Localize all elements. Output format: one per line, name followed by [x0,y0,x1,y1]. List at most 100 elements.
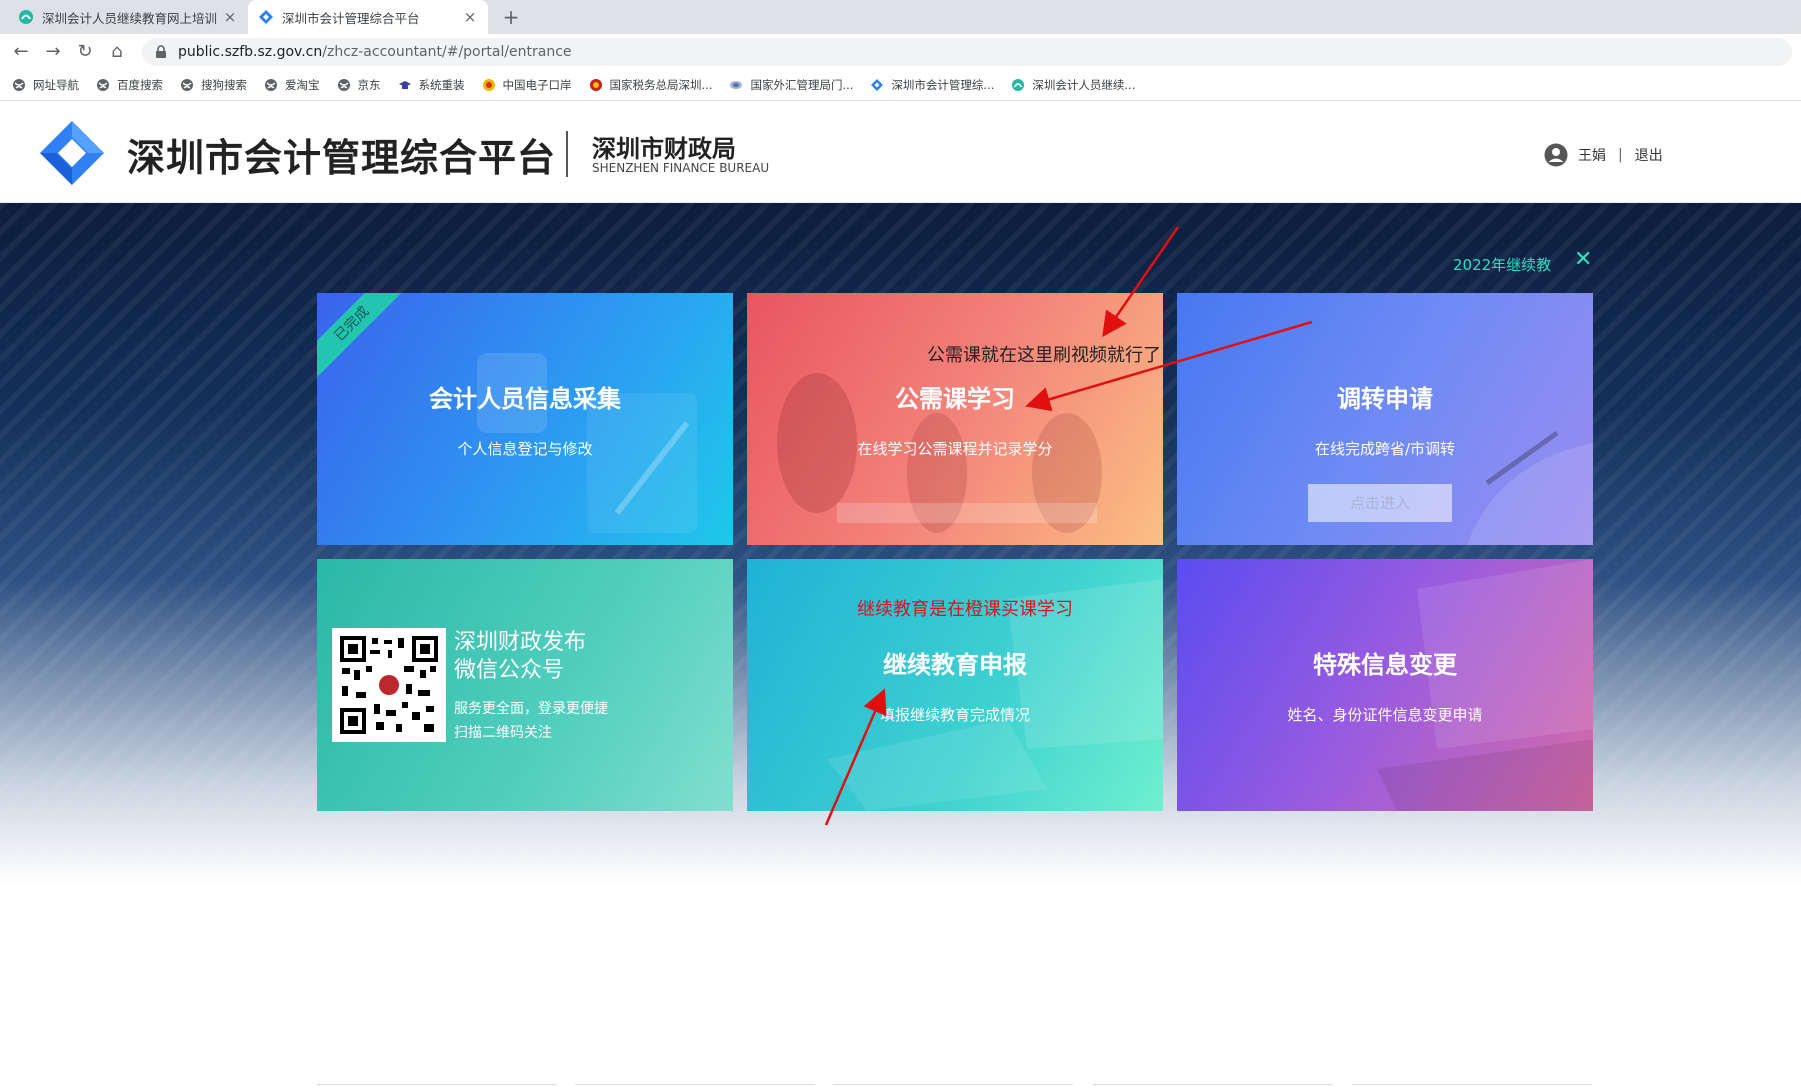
tab-title: 深圳会计人员继续教育网上培训 [42,10,218,26]
bookmark-label: 深圳市会计管理综... [891,77,995,92]
header-divider [566,131,568,177]
teal-circle-icon [19,10,33,24]
teal-circle-icon [1012,78,1025,91]
bookmark-item[interactable]: 国家税务总局深圳... [589,77,713,93]
wechat-subtitle-line2: 扫描二维码关注 [454,725,552,741]
platform-logo-icon [40,121,104,185]
browser-tab-platform[interactable]: 深圳市会计管理综合平台 × [248,0,488,34]
user-avatar-icon[interactable] [1544,143,1568,167]
user-name[interactable]: 王娟 [1578,145,1606,165]
wechat-subtitle-line1: 服务更全面，登录更便捷 [454,701,608,717]
tab-title: 深圳市会计管理综合平台 [282,10,420,26]
qr-code-icon [332,628,446,742]
globe-icon [97,78,109,91]
card-subtitle: 在线学习公需课程并记录学分 [857,440,1053,458]
bookmark-item[interactable]: 京东 [337,77,381,93]
cap-icon [398,80,411,89]
bottom-card-edge [1352,1084,1592,1088]
address-bar[interactable]: public.szfb.sz.gov.cn/zhcz-accountant/#/… [142,38,1792,66]
card-wechat-account: 深圳财政发布 微信公众号 服务更全面，登录更便捷 扫描二维码关注 [317,559,733,811]
back-icon[interactable]: ← [8,39,34,65]
card-title: 调转申请 [1337,385,1433,413]
site-header: 深圳市会计管理综合平台 深圳市财政局 SHENZHEN FINANCE BURE… [0,101,1801,203]
bookmark-label: 中国电子口岸 [502,77,572,92]
globe-icon [265,78,277,91]
bookmark-item[interactable]: 中国电子口岸 [482,77,572,93]
separator: | [1618,147,1623,163]
tab-close-icon[interactable]: × [462,8,478,26]
notice-close-icon[interactable]: ✕ [1574,247,1592,272]
home-icon[interactable]: ⌂ [104,39,130,65]
bureau-name-en: SHENZHEN FINANCE BUREAU [592,161,770,175]
browser-tab-bar: 深圳会计人员继续教育网上培训 × 深圳市会计管理综合平台 × + [0,0,1801,34]
bookmark-item[interactable]: 网址导航 [12,77,79,93]
browser-tab-training[interactable]: 深圳会计人员继续教育网上培训 × [8,0,248,34]
bottom-card-edge [575,1084,815,1088]
bookmark-label: 搜狗搜索 [201,77,247,92]
platform-title: 深圳市会计管理综合平台 [127,136,557,180]
completed-badge: 已完成 [317,293,408,380]
url-host: public.szfb.sz.gov.cn [178,44,323,60]
reload-icon[interactable]: ↻ [72,39,98,65]
bottom-card-edge [833,1084,1073,1088]
desk-illustration-icon [477,353,697,533]
bottom-card-edge [1093,1084,1333,1088]
bookmark-label: 国家外汇管理局门... [750,77,854,92]
bookmark-item[interactable]: 系统重装 [398,77,465,93]
year-notice[interactable]: 2022年继续教 [1453,254,1551,275]
blue-diamond-icon [259,10,273,24]
bookmark-item[interactable]: 国家外汇管理局门... [729,77,853,93]
card-title: 特殊信息变更 [1313,651,1457,679]
forward-icon[interactable]: → [40,39,66,65]
wechat-title-line1: 深圳财政发布 [454,630,587,655]
hero-section: 2022年继续教 ✕ 已完成 会计人员信息采集 个人信息登记与修改 公需课学习 … [0,203,1801,1085]
card-transfer-application[interactable]: 调转申请 在线完成跨省/市调转 点击进入 [1177,293,1593,545]
bookmark-item[interactable]: 深圳市会计管理综... [870,77,994,93]
wechat-subtitle: 服务更全面，登录更便捷 扫描二维码关注 [454,697,608,745]
bookmark-label: 深圳会计人员继续... [1032,77,1136,92]
url-path: /zhcz-accountant/#/portal/entrance [322,44,572,60]
wechat-title-line2: 微信公众号 [454,658,565,683]
bookmark-label: 京东 [357,77,381,92]
annotation-note-public-course: 公需课就在这里刷视频就行了 [927,345,1161,366]
tab-close-icon[interactable]: × [222,8,238,26]
bureau-name-cn: 深圳市财政局 [592,135,736,163]
bookmark-item[interactable]: 百度搜索 [96,77,163,93]
lock-icon [156,45,166,58]
card-info-collection[interactable]: 已完成 会计人员信息采集 个人信息登记与修改 [317,293,733,545]
card-subtitle: 在线完成跨省/市调转 [1314,440,1456,458]
new-tab-button[interactable]: + [498,4,524,30]
card-title: 继续教育申报 [883,651,1027,679]
safe-icon [730,80,743,89]
browser-toolbar: ← → ↻ ⌂ public.szfb.sz.gov.cn/zhcz-accou… [0,34,1801,69]
enter-button[interactable]: 点击进入 [1308,484,1452,522]
globe-icon [337,78,350,91]
laptop-illustration-icon [1377,559,1593,811]
annotation-note-continuing-education: 继续教育是在橙课买课学习 [857,599,1073,620]
bookmark-item[interactable]: 搜狗搜索 [180,77,247,93]
blue-diamond-icon [871,78,884,91]
globe-icon [13,78,25,91]
card-title: 会计人员信息采集 [429,385,621,413]
bookmark-label: 百度搜索 [117,77,163,92]
bottom-card-edge [317,1084,557,1088]
card-subtitle: 个人信息登记与修改 [457,440,593,458]
card-subtitle: 填报继续教育完成情况 [879,706,1030,724]
bookmark-item[interactable]: 爱淘宝 [264,77,320,93]
card-special-info-change[interactable]: 特殊信息变更 姓名、身份证件信息变更申请 [1177,559,1593,811]
wechat-title: 深圳财政发布 微信公众号 [454,629,586,685]
emblem-icon [482,78,495,91]
bookmark-label: 网址导航 [33,77,79,92]
bookmark-label: 国家税务总局深圳... [609,77,713,92]
card-title: 公需课学习 [895,385,1015,413]
bookmark-label: 系统重装 [418,77,465,92]
logout-link[interactable]: 退出 [1635,145,1663,165]
card-public-course[interactable]: 公需课学习 在线学习公需课程并记录学分 [747,293,1163,545]
user-area: 王娟 | 退出 [1544,143,1663,167]
bookmark-label: 爱淘宝 [285,77,320,92]
bookmark-item[interactable]: 深圳会计人员继续... [1011,77,1135,93]
globe-icon [181,78,193,91]
bookmarks-bar: 网址导航 百度搜索 搜狗搜索 爱淘宝 京东 系统重装 中国电子口岸 国家税务总局… [0,69,1801,101]
tax-emblem-icon [589,78,602,91]
card-subtitle: 姓名、身份证件信息变更申请 [1287,706,1483,724]
